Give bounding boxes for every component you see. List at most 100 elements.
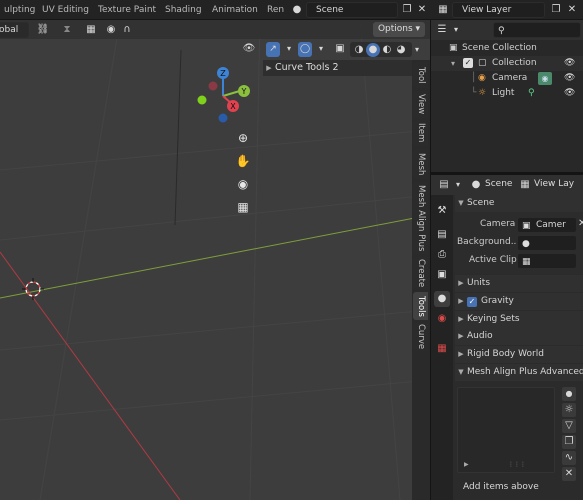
properties-editor-type-icon[interactable]: ▤ bbox=[437, 178, 451, 192]
tab-view[interactable]: View bbox=[413, 91, 428, 118]
pivot-point-icon[interactable]: ⛓ bbox=[36, 23, 50, 37]
ortho-grid-icon[interactable]: ▦ bbox=[233, 197, 253, 217]
3d-viewport[interactable]: obal ⛓ ⧗ ▦ ◉ ∩ Options ▾ 👁 ↗ ▾ ◯ ▾ ▣ ◑ ●… bbox=[0, 20, 430, 500]
snap-target-icon[interactable]: ▦ bbox=[84, 23, 98, 37]
visibility-eye-icon[interactable]: 👁 bbox=[564, 86, 575, 101]
solid-shading-icon[interactable]: ● bbox=[366, 43, 380, 57]
visibility-icon[interactable]: 👁 bbox=[242, 42, 256, 56]
view-layer-copy-icon[interactable]: ❐ bbox=[549, 3, 563, 17]
tab-shading[interactable]: Shading bbox=[159, 2, 208, 19]
tab-mesh[interactable]: Mesh bbox=[413, 149, 428, 179]
pan-hand-icon[interactable]: ✋ bbox=[233, 151, 253, 171]
outliner-search-input[interactable]: ⚲ bbox=[493, 22, 581, 38]
scene-collection-icon: ▣ bbox=[449, 43, 458, 53]
properties-editor-dropdown-icon[interactable]: ▾ bbox=[451, 178, 465, 192]
tab-texture-paint[interactable]: Texture Paint bbox=[92, 2, 162, 19]
gravity-checkbox[interactable]: ✓ bbox=[467, 297, 477, 307]
falloff-icon[interactable]: ∩ bbox=[120, 23, 134, 37]
texture-tab-icon[interactable]: ▦ bbox=[434, 341, 450, 357]
visibility-eye-icon[interactable]: 👁 bbox=[564, 71, 575, 86]
visibility-eye-icon[interactable]: 👁 bbox=[564, 56, 575, 71]
camera-object-icon: ▣ bbox=[522, 221, 531, 231]
active-clip-label: Active Clip bbox=[469, 255, 517, 265]
list-sun-icon[interactable]: ☼ bbox=[562, 403, 576, 417]
list-dot-icon[interactable]: ● bbox=[562, 387, 576, 401]
mesh-align-plus-panel-header[interactable]: ▼ Mesh Align Plus Advanced bbox=[455, 364, 583, 381]
gravity-panel-header[interactable]: ▶ ✓ Gravity bbox=[455, 293, 583, 310]
tool-tab-icon[interactable]: ⚒ bbox=[434, 203, 450, 219]
shading-dropdown-icon[interactable]: ▾ bbox=[410, 43, 424, 57]
audio-panel-header[interactable]: ▶ Audio bbox=[455, 328, 583, 345]
audio-panel-title: Audio bbox=[467, 331, 493, 341]
render-tab-icon[interactable]: ▤ bbox=[434, 227, 450, 243]
keying-sets-panel-header[interactable]: ▶ Keying Sets bbox=[455, 311, 583, 328]
checkbox-icon[interactable]: ✓ bbox=[463, 58, 473, 68]
collection-icon: ▢ bbox=[478, 58, 487, 68]
light-icon: ☼ bbox=[478, 88, 487, 98]
navigation-gizmo[interactable]: Z Y X bbox=[193, 64, 253, 126]
outliner-row-collection[interactable]: ▾ ✓ ▢ Collection 👁 bbox=[431, 56, 583, 71]
scene-panel-header[interactable]: ▼ Scene bbox=[455, 195, 583, 212]
world-tab-icon[interactable]: ◉ bbox=[434, 311, 450, 327]
expand-icon[interactable]: ▾ bbox=[451, 56, 455, 71]
list-remove-icon[interactable]: ✕ bbox=[562, 467, 576, 481]
tab-tool[interactable]: Tool bbox=[413, 62, 428, 88]
view-layer-tab-icon[interactable]: ▣ bbox=[434, 267, 450, 283]
3d-cursor-icon[interactable] bbox=[22, 278, 44, 300]
editor-type-icon[interactable]: ☰ bbox=[435, 23, 449, 37]
scene-selector[interactable]: Scene bbox=[306, 2, 398, 18]
units-panel-header[interactable]: ▶ Units bbox=[455, 275, 583, 292]
view-layer-close-icon[interactable]: ✕ bbox=[565, 3, 579, 17]
tab-rendering[interactable]: Ren bbox=[261, 2, 290, 19]
camera-data-icon[interactable]: ◉ bbox=[538, 72, 552, 85]
list-triangle-icon[interactable]: ▽ bbox=[562, 419, 576, 433]
rendered-shading-icon[interactable]: ◕ bbox=[394, 43, 408, 57]
scene-tab-icon[interactable]: ● bbox=[434, 291, 450, 307]
tab-tools[interactable]: Tools bbox=[413, 292, 428, 320]
camera-clear-icon[interactable]: ✕ bbox=[578, 218, 583, 229]
options-button[interactable]: Options ▾ bbox=[373, 22, 425, 37]
scene-data-icon: ● bbox=[471, 179, 481, 190]
active-clip-field[interactable]: ▦ bbox=[517, 253, 577, 269]
list-curve-icon[interactable]: ∿ bbox=[562, 451, 576, 465]
scene-browse-icon[interactable]: ● bbox=[290, 3, 304, 17]
snap-icon[interactable]: ⧗ bbox=[60, 23, 74, 37]
scene-close-icon[interactable]: ✕ bbox=[415, 3, 429, 17]
wireframe-shading-icon[interactable]: ◑ bbox=[352, 43, 366, 57]
list-resize-handle[interactable]: ⋮⋮⋮ bbox=[508, 461, 526, 468]
outliner-row-camera[interactable]: │ ◉ Camera ◉ 👁 bbox=[431, 71, 583, 86]
list-options-icon[interactable]: ▶ bbox=[464, 461, 469, 468]
items-list-box[interactable]: ▶ ⋮⋮⋮ bbox=[457, 387, 555, 473]
tab-item[interactable]: Item bbox=[413, 120, 428, 146]
tab-animation[interactable]: Animation bbox=[206, 2, 264, 19]
view-layer-selector[interactable]: View Layer bbox=[452, 2, 545, 18]
curve-tools-panel-header[interactable]: ▶ Curve Tools 2 bbox=[263, 60, 413, 76]
overlays-dropdown-icon[interactable]: ▾ bbox=[314, 42, 328, 56]
gizmo-dropdown-icon[interactable]: ▾ bbox=[282, 42, 296, 56]
camera-field[interactable]: ▣ Camer bbox=[517, 217, 577, 233]
tab-create[interactable]: Create bbox=[413, 257, 428, 289]
scene-copy-icon[interactable]: ❐ bbox=[400, 3, 414, 17]
view-layer-browse-icon[interactable]: ▦ bbox=[436, 3, 450, 17]
outliner-row-light[interactable]: └ ☼ Light ⚲ 👁 bbox=[431, 86, 583, 101]
list-copy-icon[interactable]: ❐ bbox=[562, 435, 576, 449]
camera-view-icon[interactable]: ◉ bbox=[233, 174, 253, 194]
overlays-toggle-button[interactable]: ◯ bbox=[298, 42, 312, 57]
gizmo-x-label: X bbox=[230, 102, 236, 111]
tab-uv-editing[interactable]: UV Editing bbox=[36, 2, 95, 19]
light-data-icon[interactable]: ⚲ bbox=[528, 86, 535, 101]
zoom-icon[interactable]: ⊕ bbox=[233, 128, 253, 148]
rigid-body-world-panel-header[interactable]: ▶ Rigid Body World bbox=[455, 346, 583, 363]
output-tab-icon[interactable]: ⎙ bbox=[434, 247, 450, 263]
tab-curve[interactable]: Curve bbox=[413, 323, 428, 351]
outliner-root-row[interactable]: ▣ Scene Collection bbox=[431, 41, 583, 56]
gizmo-toggle-button[interactable]: ↗ bbox=[266, 42, 280, 57]
background-scene-field[interactable]: ● bbox=[517, 235, 577, 251]
editor-type-dropdown-icon[interactable]: ▾ bbox=[449, 23, 463, 37]
material-shading-icon[interactable]: ◐ bbox=[380, 43, 394, 57]
proportional-edit-icon[interactable]: ◉ bbox=[104, 23, 118, 37]
xray-icon[interactable]: ▣ bbox=[333, 42, 347, 56]
tab-mesh-align-plus[interactable]: Mesh Align Plus bbox=[413, 182, 428, 254]
camera-value: Camer bbox=[536, 220, 566, 230]
transform-orientation-select[interactable]: obal bbox=[0, 22, 29, 38]
